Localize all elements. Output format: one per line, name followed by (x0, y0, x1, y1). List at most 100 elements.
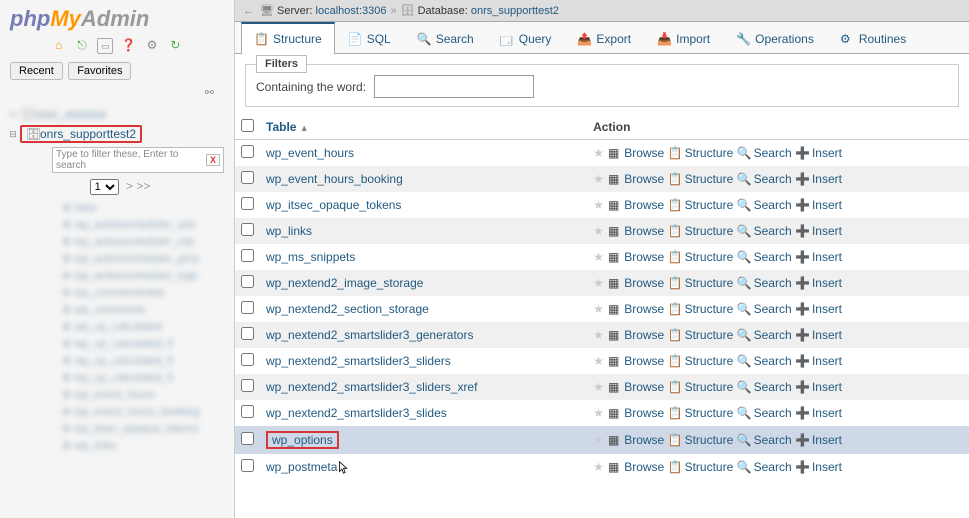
table-name-link[interactable]: wp_event_hours_booking (266, 172, 403, 186)
insert-link[interactable]: Insert (812, 276, 842, 290)
favorite-star-icon[interactable]: ★ (593, 460, 604, 474)
structure-link[interactable]: Structure (685, 198, 734, 212)
db-name-label[interactable]: onrs_supporttest2 (40, 127, 136, 141)
structure-link[interactable]: Structure (685, 328, 734, 342)
search-link[interactable]: Search (754, 224, 792, 238)
row-checkbox[interactable] (241, 353, 254, 366)
favorite-star-icon[interactable]: ★ (593, 302, 604, 316)
structure-link[interactable]: Structure (685, 406, 734, 420)
subtree-item[interactable]: ⊕ wp_itsec_opaque_tokens (62, 420, 234, 437)
row-checkbox[interactable] (241, 301, 254, 314)
link-icon[interactable]: ⚯ (0, 84, 234, 101)
subtree-item[interactable]: ⊕ New (62, 199, 234, 216)
tree-node[interactable]: ⊕🗄xxxx_xxxxxxx (6, 105, 234, 123)
insert-link[interactable]: Insert (812, 354, 842, 368)
row-checkbox[interactable] (241, 379, 254, 392)
structure-link[interactable]: Structure (685, 380, 734, 394)
structure-link[interactable]: Structure (685, 250, 734, 264)
browse-link[interactable]: Browse (624, 460, 664, 474)
structure-link[interactable]: Structure (685, 302, 734, 316)
tab-export[interactable]: 📤Export (564, 22, 644, 54)
sql-window-icon[interactable]: ▭ (97, 38, 113, 54)
exit-icon[interactable]: ⎋ (74, 38, 90, 54)
favorites-button[interactable]: Favorites (68, 62, 131, 80)
subtree-item[interactable]: ⊕ wp_cp_calculated_fi (62, 369, 234, 386)
subtree-item[interactable]: ⊕ wp_actionscheduler_acti (62, 216, 234, 233)
table-name-link[interactable]: wp_nextend2_smartslider3_sliders_xref (266, 380, 477, 394)
insert-link[interactable]: Insert (812, 250, 842, 264)
docs-icon[interactable]: ❓ (121, 38, 137, 54)
filter-input[interactable] (374, 75, 534, 98)
browse-link[interactable]: Browse (624, 172, 664, 186)
table-name-link[interactable]: wp_nextend2_smartslider3_generators (266, 328, 473, 342)
browse-link[interactable]: Browse (624, 433, 664, 447)
table-name-link[interactable]: wp_event_hours (266, 146, 354, 160)
browse-link[interactable]: Browse (624, 380, 664, 394)
favorite-star-icon[interactable]: ★ (593, 328, 604, 342)
subtree-item[interactable]: ⊕ wp_comments (62, 301, 234, 318)
tab-search[interactable]: 🔍Search (404, 22, 487, 54)
browse-link[interactable]: Browse (624, 276, 664, 290)
subtree-item[interactable]: ⊕ wp_cp_calculated_fi (62, 335, 234, 352)
search-link[interactable]: Search (754, 250, 792, 264)
insert-link[interactable]: Insert (812, 406, 842, 420)
subtree-item[interactable]: ⊕ wp_cp_calculated_fi (62, 352, 234, 369)
structure-link[interactable]: Structure (685, 172, 734, 186)
favorite-star-icon[interactable]: ★ (593, 354, 604, 368)
subtree-item[interactable]: ⊕ wp_actionscheduler_grou (62, 250, 234, 267)
subtree-item[interactable]: ⊕ wp_actionscheduler_clai (62, 233, 234, 250)
search-link[interactable]: Search (754, 406, 792, 420)
subtree-item[interactable]: ⊕ wp_actionscheduler_logs (62, 267, 234, 284)
favorite-star-icon[interactable]: ★ (593, 224, 604, 238)
insert-link[interactable]: Insert (812, 328, 842, 342)
row-checkbox[interactable] (241, 145, 254, 158)
recent-button[interactable]: Recent (10, 62, 63, 80)
refresh-icon[interactable]: ↻ (167, 38, 183, 54)
row-checkbox[interactable] (241, 197, 254, 210)
search-link[interactable]: Search (754, 276, 792, 290)
insert-link[interactable]: Insert (812, 172, 842, 186)
favorite-star-icon[interactable]: ★ (593, 250, 604, 264)
search-link[interactable]: Search (754, 328, 792, 342)
favorite-star-icon[interactable]: ★ (593, 406, 604, 420)
filter-clear-button[interactable]: X (206, 154, 220, 166)
collapse-icon[interactable]: ⊟ (6, 129, 20, 140)
tab-sql[interactable]: 📄SQL (335, 22, 404, 54)
insert-link[interactable]: Insert (812, 198, 842, 212)
browse-link[interactable]: Browse (624, 146, 664, 160)
search-link[interactable]: Search (754, 433, 792, 447)
favorite-star-icon[interactable]: ★ (593, 198, 604, 212)
browse-link[interactable]: Browse (624, 328, 664, 342)
search-link[interactable]: Search (754, 302, 792, 316)
favorite-star-icon[interactable]: ★ (593, 146, 604, 160)
collapse-sidebar-icon[interactable]: ← (243, 5, 254, 17)
subtree-item[interactable]: ⊕ wp_links (62, 437, 234, 454)
table-name-link[interactable]: wp_postmeta (266, 460, 337, 474)
tab-structure[interactable]: 📋Structure (241, 22, 335, 54)
checkall-checkbox[interactable] (241, 119, 254, 132)
browse-link[interactable]: Browse (624, 224, 664, 238)
table-name-link[interactable]: wp_nextend2_image_storage (266, 276, 423, 290)
subtree-item[interactable]: ⊕ wp_cp_calculated (62, 318, 234, 335)
browse-link[interactable]: Browse (624, 250, 664, 264)
browse-link[interactable]: Browse (624, 302, 664, 316)
settings-icon[interactable]: ⚙ (144, 38, 160, 54)
tab-operations[interactable]: 🔧Operations (723, 22, 827, 54)
row-checkbox[interactable] (241, 432, 254, 445)
favorite-star-icon[interactable]: ★ (593, 276, 604, 290)
search-link[interactable]: Search (754, 460, 792, 474)
table-name-link[interactable]: wp_nextend2_smartslider3_sliders (266, 354, 451, 368)
browse-link[interactable]: Browse (624, 354, 664, 368)
favorite-star-icon[interactable]: ★ (593, 433, 604, 447)
browse-link[interactable]: Browse (624, 406, 664, 420)
row-checkbox[interactable] (241, 275, 254, 288)
structure-link[interactable]: Structure (685, 224, 734, 238)
insert-link[interactable]: Insert (812, 302, 842, 316)
tree-node-selected[interactable]: ⊟ 🗄 onrs_supporttest2 (6, 123, 234, 145)
tab-import[interactable]: 📥Import (644, 22, 723, 54)
search-link[interactable]: Search (754, 198, 792, 212)
insert-link[interactable]: Insert (812, 146, 842, 160)
favorite-star-icon[interactable]: ★ (593, 172, 604, 186)
home-icon[interactable]: ⌂ (51, 38, 67, 54)
structure-link[interactable]: Structure (685, 354, 734, 368)
